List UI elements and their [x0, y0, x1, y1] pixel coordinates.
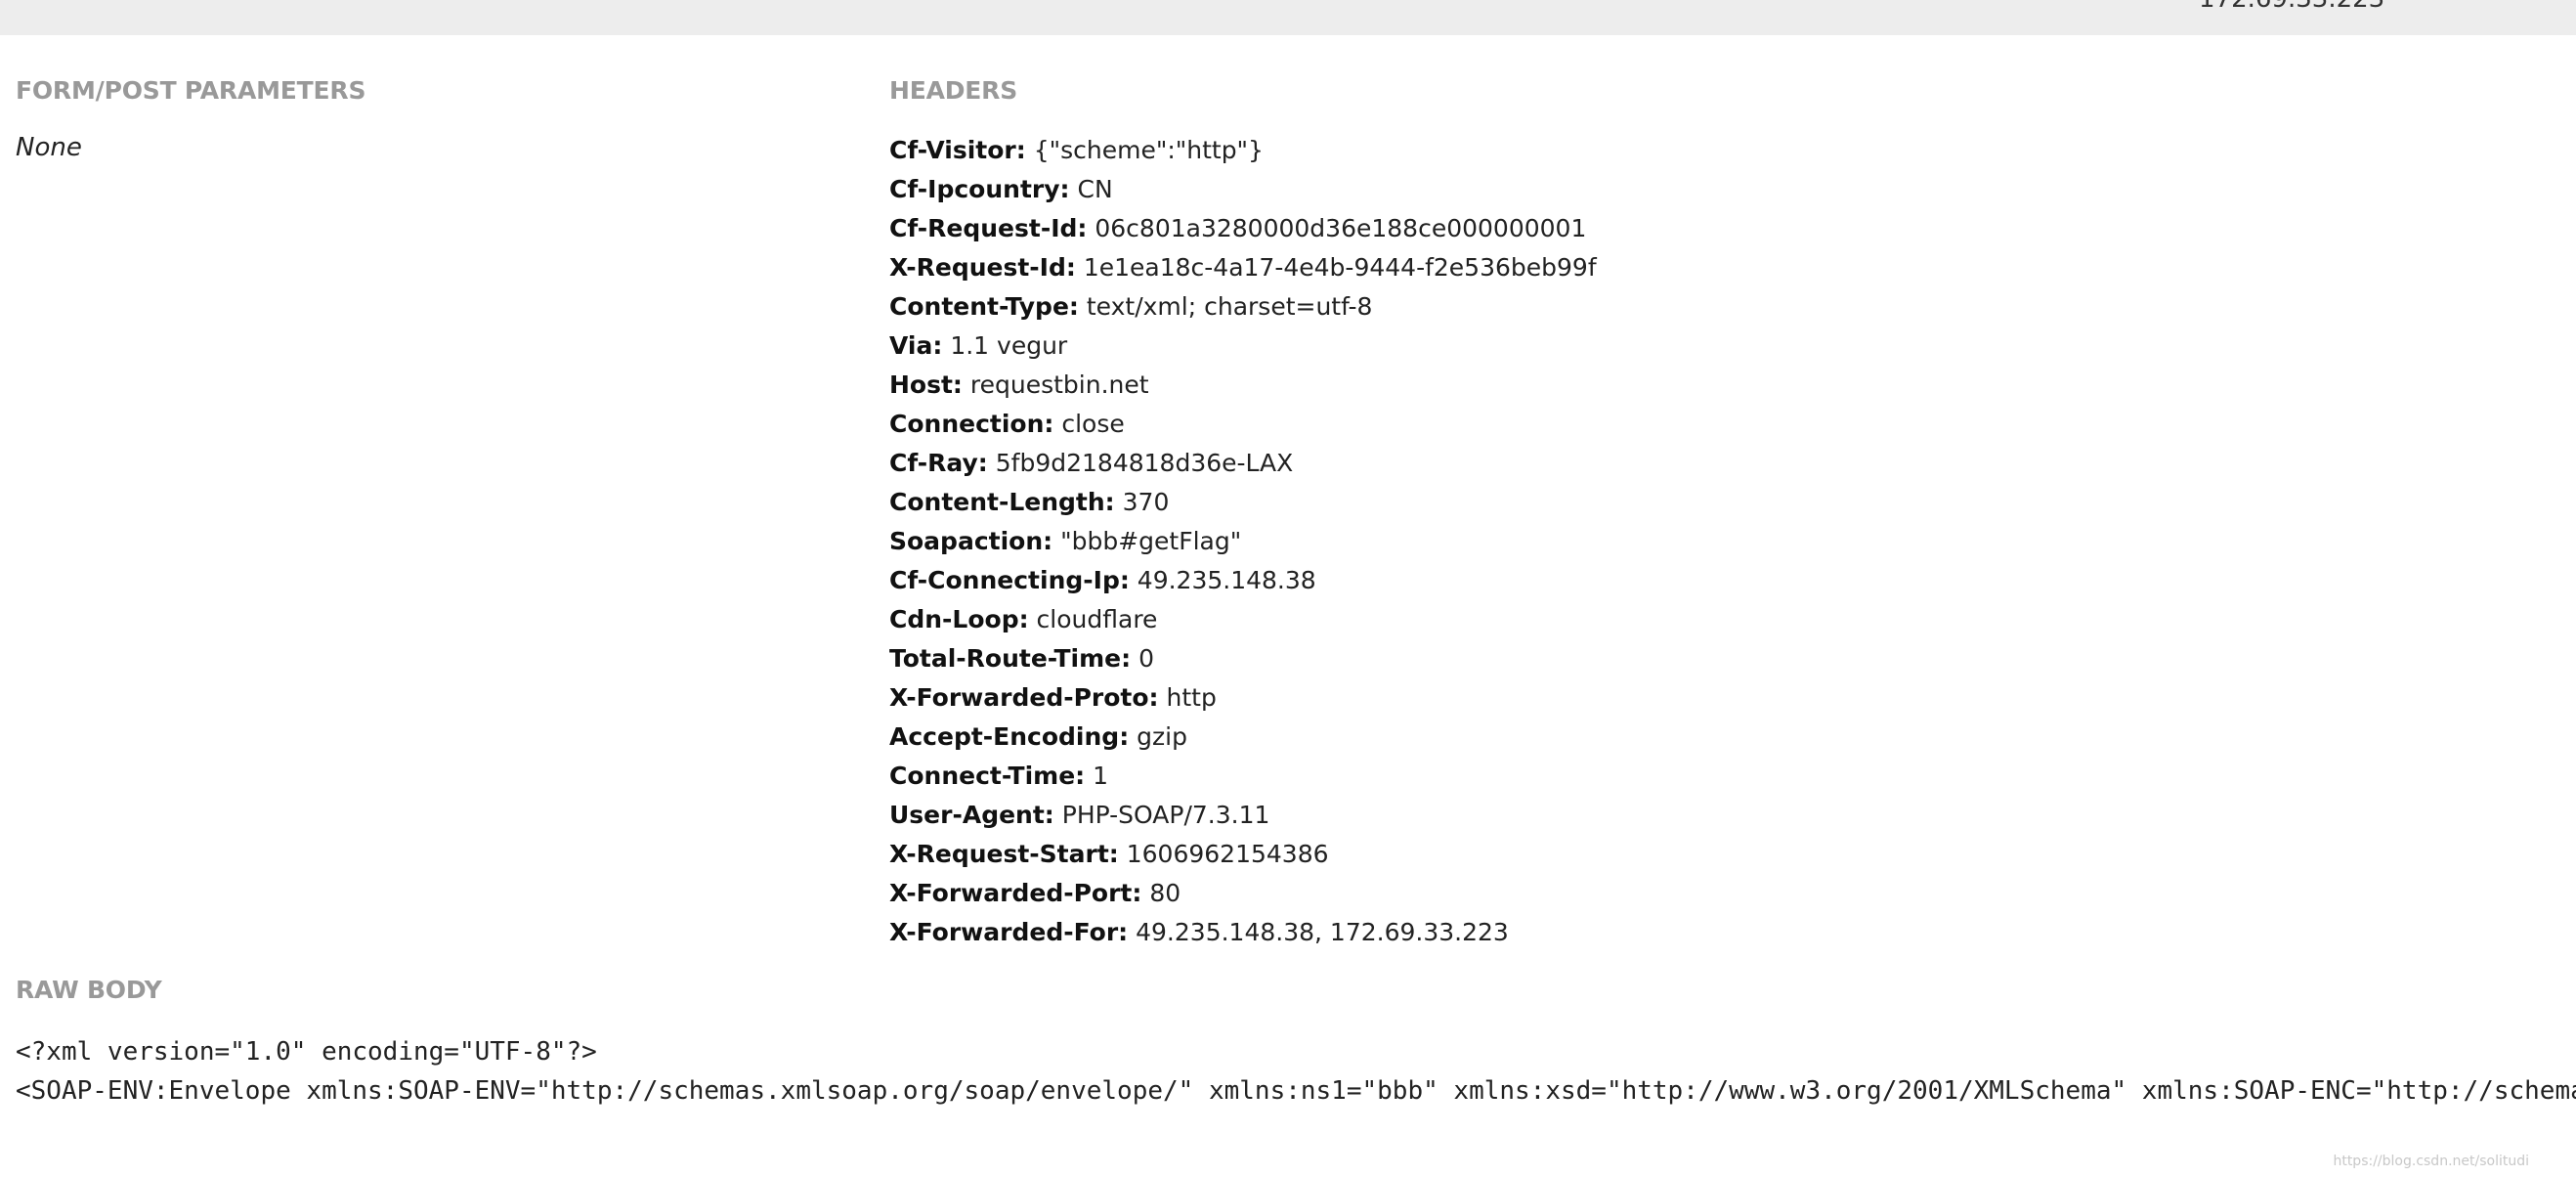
header-row: Host: requestbin.net	[889, 366, 1597, 405]
header-name: Cf-Request-Id:	[889, 214, 1088, 242]
header-value: "bbb#getFlag"	[1060, 527, 1242, 555]
header-value: 1.1 vegur	[950, 331, 1068, 360]
header-name: X-Forwarded-For:	[889, 918, 1129, 946]
header-name: Cdn-Loop:	[889, 605, 1029, 633]
header-row: Cf-Ray: 5fb9d2184818d36e-LAX	[889, 444, 1597, 483]
header-value: cloudflare	[1036, 605, 1158, 633]
header-name: Cf-Visitor:	[889, 136, 1026, 164]
header-row: X-Request-Id: 1e1ea18c-4a17-4e4b-9444-f2…	[889, 248, 1597, 287]
header-row: Cf-Request-Id: 06c801a3280000d36e188ce00…	[889, 209, 1597, 248]
header-name: Accept-Encoding:	[889, 722, 1130, 751]
header-row: Cf-Ipcountry: CN	[889, 170, 1597, 209]
header-name: Via:	[889, 331, 943, 360]
header-value: gzip	[1137, 722, 1187, 751]
header-row: Via: 1.1 vegur	[889, 327, 1597, 366]
header-name: Cf-Ipcountry:	[889, 175, 1070, 203]
header-name: X-Forwarded-Proto:	[889, 683, 1159, 712]
header-row: Cf-Visitor: {"scheme":"http"}	[889, 131, 1597, 170]
header-value: 5fb9d2184818d36e-LAX	[995, 449, 1294, 477]
header-name: Cf-Connecting-Ip:	[889, 566, 1130, 594]
header-value: 1606962154386	[1126, 840, 1329, 868]
raw-body-title: RAW BODY	[16, 976, 162, 1004]
header-row: Content-Length: 370	[889, 483, 1597, 522]
header-value: 80	[1149, 879, 1181, 907]
header-value: http	[1166, 683, 1217, 712]
form-params-title: FORM/POST PARAMETERS	[16, 76, 366, 105]
header-value: 1e1ea18c-4a17-4e4b-9444-f2e536beb99f	[1083, 253, 1597, 282]
form-params-value: None	[16, 133, 82, 162]
header-value: CN	[1077, 175, 1113, 203]
header-row: Content-Type: text/xml; charset=utf-8	[889, 287, 1597, 327]
header-row: X-Forwarded-Port: 80	[889, 874, 1597, 913]
client-ip-text: 172.69.33.223	[2199, 0, 2384, 14]
header-row: Cdn-Loop: cloudflare	[889, 600, 1597, 639]
header-value: text/xml; charset=utf-8	[1086, 292, 1373, 321]
header-row: X-Forwarded-Proto: http	[889, 678, 1597, 718]
headers-title: HEADERS	[889, 76, 1018, 105]
raw-body-content: <?xml version="1.0" encoding="UTF-8"?> <S…	[16, 1032, 2576, 1111]
request-details-page: 172.69.33.223 FORM/POST PARAMETERS None …	[0, 0, 2576, 1177]
header-name: Connect-Time:	[889, 762, 1086, 790]
header-name: Cf-Ray:	[889, 449, 988, 477]
raw-body-line: <?xml version="1.0" encoding="UTF-8"?>	[16, 1037, 597, 1067]
header-value: close	[1061, 410, 1125, 438]
top-bar: 172.69.33.223	[0, 0, 2576, 35]
header-name: User-Agent:	[889, 801, 1054, 829]
header-row: X-Request-Start: 1606962154386	[889, 835, 1597, 874]
header-value: 0	[1138, 644, 1154, 673]
raw-body-line: <SOAP-ENV:Envelope xmlns:SOAP-ENV="http:…	[16, 1076, 2576, 1106]
header-value: 06c801a3280000d36e188ce000000001	[1095, 214, 1587, 242]
header-row: Total-Route-Time: 0	[889, 639, 1597, 678]
header-name: Content-Type:	[889, 292, 1079, 321]
watermark-text: https://blog.csdn.net/solitudi	[2333, 1154, 2529, 1169]
header-name: X-Request-Id:	[889, 253, 1076, 282]
header-row: Connection: close	[889, 405, 1597, 444]
header-value: 49.235.148.38, 172.69.33.223	[1136, 918, 1509, 946]
header-value: requestbin.net	[969, 371, 1149, 399]
header-row: Connect-Time: 1	[889, 757, 1597, 796]
header-row: Accept-Encoding: gzip	[889, 718, 1597, 757]
header-value: 1	[1093, 762, 1109, 790]
header-value: {"scheme":"http"}	[1033, 136, 1264, 164]
header-name: Content-Length:	[889, 488, 1115, 516]
header-name: Connection:	[889, 410, 1054, 438]
header-row: User-Agent: PHP-SOAP/7.3.11	[889, 796, 1597, 835]
header-name: X-Request-Start:	[889, 840, 1119, 868]
header-value: 370	[1122, 488, 1170, 516]
headers-list: Cf-Visitor: {"scheme":"http"} Cf-Ipcountr…	[889, 131, 1597, 952]
header-name: Host:	[889, 371, 963, 399]
header-row: Soapaction: "bbb#getFlag"	[889, 522, 1597, 561]
header-name: Soapaction:	[889, 527, 1053, 555]
header-value: 49.235.148.38	[1137, 566, 1316, 594]
header-value: PHP-SOAP/7.3.11	[1061, 801, 1270, 829]
header-row: Cf-Connecting-Ip: 49.235.148.38	[889, 561, 1597, 600]
header-name: X-Forwarded-Port:	[889, 879, 1142, 907]
header-row: X-Forwarded-For: 49.235.148.38, 172.69.3…	[889, 913, 1597, 952]
header-name: Total-Route-Time:	[889, 644, 1132, 673]
